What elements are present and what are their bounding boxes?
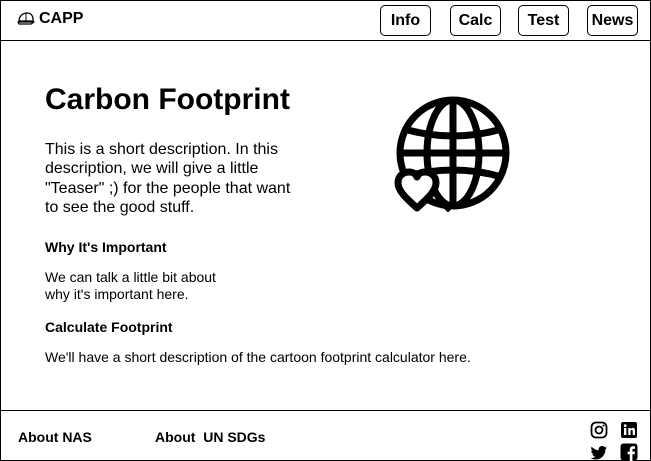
section-text-calculate: We'll have a short description of the ca… [45, 349, 471, 365]
about-un-sdgs-link[interactable]: About UN SDGs [155, 429, 265, 446]
cap-icon [17, 12, 35, 25]
intro-text: This is a short description. In this des… [45, 141, 291, 216]
page-frame [0, 0, 651, 461]
page-title: Carbon Footprint [45, 83, 290, 116]
top-header: CAPP Info Calc Test News [0, 0, 651, 41]
instagram-icon[interactable] [590, 421, 608, 439]
section-heading-why: Why It's Important [45, 239, 167, 255]
nav-test-button[interactable]: Test [518, 5, 569, 36]
linkedin-icon[interactable] [620, 421, 638, 439]
nav-info-button[interactable]: Info [380, 5, 431, 36]
twitter-icon[interactable] [590, 444, 608, 461]
page-footer: About NAS About UN SDGs [0, 410, 651, 461]
nav-calc-button[interactable]: Calc [450, 5, 501, 36]
nav-news-button[interactable]: News [587, 5, 638, 36]
section-heading-calculate: Calculate Footprint [45, 319, 173, 335]
brand-logo[interactable]: CAPP [17, 10, 83, 28]
globe-heart-icon [394, 96, 510, 213]
facebook-icon[interactable] [620, 443, 638, 461]
section-text-why: We can talk a little bit about why it's … [45, 269, 216, 302]
brand-name: CAPP [39, 10, 84, 27]
about-nas-link[interactable]: About NAS [18, 429, 92, 446]
